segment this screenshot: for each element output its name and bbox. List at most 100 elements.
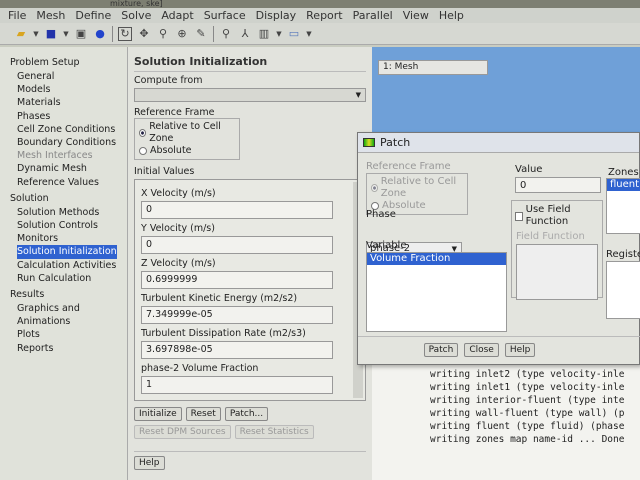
z-velocity-input[interactable]: 0.6999999 <box>141 271 333 289</box>
dropdown-icon[interactable]: ▼ <box>63 27 69 41</box>
menu-define[interactable]: Define <box>75 8 111 23</box>
window-icon[interactable]: ▭ <box>287 27 301 41</box>
tree-item-graphics-and-animations[interactable]: Graphics and Animations <box>10 302 127 328</box>
volume-fraction-input[interactable]: 1 <box>141 376 333 394</box>
menu-solve[interactable]: Solve <box>121 8 151 23</box>
reset-button[interactable]: Reset <box>185 407 221 421</box>
tree-item-dynamic-mesh[interactable]: Dynamic Mesh <box>10 162 127 175</box>
tree-item-boundary-conditions[interactable]: Boundary Conditions <box>10 136 127 149</box>
tree-item-plots[interactable]: Plots <box>10 328 127 341</box>
dissipation-rate-input[interactable]: 3.697898e-05 <box>141 341 333 359</box>
radio-label: Relative to Cell Zone <box>149 121 221 144</box>
zoom-in-icon[interactable]: ⊕ <box>175 27 189 41</box>
tree-item-cell-zone-conditions[interactable]: Cell Zone Conditions <box>10 123 127 136</box>
menu-adapt[interactable]: Adapt <box>161 8 193 23</box>
zone-item-fluent[interactable]: fluent <box>607 179 640 191</box>
initialize-button[interactable]: Initialize <box>134 407 182 421</box>
tree-item-phases[interactable]: Phases <box>10 110 127 123</box>
toolbar: ▰ ▼ ■ ▼ ▣ ● ↻ ✥ ⚲ ⊕ ✎ ⚲ ⅄ ▥ ▼ ▭ ▼ <box>0 23 640 45</box>
tke-label: Turbulent Kinetic Energy (m2/s2) <box>141 293 298 304</box>
value-label: Value <box>515 164 543 175</box>
variable-list[interactable]: Volume Fraction <box>366 252 507 332</box>
tree-item-monitors[interactable]: Monitors <box>10 232 127 245</box>
radio-label: Absolute <box>150 145 192 156</box>
axes-icon[interactable]: ⅄ <box>238 27 252 41</box>
variable-item-volume-fraction[interactable]: Volume Fraction <box>367 253 506 265</box>
phase-label: Phase <box>366 209 396 220</box>
fluent-logo-icon <box>363 138 375 147</box>
compute-from-select[interactable]: ▼ <box>134 88 366 102</box>
menu-parallel[interactable]: Parallel <box>353 8 393 23</box>
graphics-window-selector[interactable]: 1: Mesh <box>378 60 488 75</box>
console-line: writing wall-fluent (type wall) (p <box>430 408 625 419</box>
dropdown-icon[interactable]: ▼ <box>276 27 282 41</box>
tree-group-problem-setup[interactable]: Problem Setup <box>10 56 127 70</box>
tree-group-results[interactable]: Results <box>10 288 127 302</box>
open-icon[interactable]: ▰ <box>14 27 28 41</box>
graphics-window-label: 1: Mesh <box>383 62 419 72</box>
variable-label: Variable <box>366 240 407 251</box>
y-velocity-input[interactable]: 0 <box>141 236 333 254</box>
dissipation-rate-label: Turbulent Dissipation Rate (m2/s3) <box>141 328 306 339</box>
radio-absolute[interactable]: Absolute <box>139 145 235 157</box>
patch-apply-button[interactable]: Patch <box>423 343 459 357</box>
menu-file[interactable]: File <box>8 8 26 23</box>
window-title: mixture, ske] <box>110 0 163 8</box>
close-button[interactable]: Close <box>464 343 499 357</box>
layout-icon[interactable]: ▥ <box>257 27 271 41</box>
patch-button[interactable]: Patch... <box>224 407 269 421</box>
radio-label: Relative to Cell Zone <box>380 176 457 199</box>
help-button[interactable]: Help <box>134 456 165 470</box>
probe-icon[interactable]: ✎ <box>194 27 208 41</box>
chevron-down-icon: ▼ <box>355 91 361 99</box>
tree-item-materials[interactable]: Materials <box>10 96 127 109</box>
menu-help[interactable]: Help <box>439 8 464 23</box>
camera-icon[interactable]: ▣ <box>74 27 88 41</box>
help-icon[interactable]: ● <box>93 27 107 41</box>
checkbox-label: Use Field Function <box>525 204 571 227</box>
radio-relative-to-cell-zone[interactable]: Relative to Cell Zone <box>139 121 235 145</box>
menu-report[interactable]: Report <box>306 8 342 23</box>
tree-item-models[interactable]: Models <box>10 83 127 96</box>
menu-surface[interactable]: Surface <box>204 8 246 23</box>
radio-checked-icon <box>371 184 378 192</box>
z-velocity-label: Z Velocity (m/s) <box>141 258 216 269</box>
menu-display[interactable]: Display <box>256 8 297 23</box>
navigation-tree: Problem Setup General Models Materials P… <box>0 47 128 480</box>
value-input[interactable]: 0 <box>515 177 601 193</box>
dropdown-icon[interactable]: ▼ <box>306 27 312 41</box>
console[interactable]: writing inlet2 (type velocity-inle writin… <box>372 360 640 480</box>
reset-statistics-button: Reset Statistics <box>234 425 314 439</box>
menu-bar: File Mesh Define Solve Adapt Surface Dis… <box>0 8 640 23</box>
rotate-icon[interactable]: ↻ <box>118 26 132 41</box>
pan-icon[interactable]: ✥ <box>137 27 151 41</box>
tree-group-solution[interactable]: Solution <box>10 192 127 206</box>
tree-item-general[interactable]: General <box>10 70 127 83</box>
save-icon[interactable]: ■ <box>44 27 58 41</box>
help-button[interactable]: Help <box>504 343 536 357</box>
reference-frame-label: Reference Frame <box>134 107 215 118</box>
y-velocity-label: Y Velocity (m/s) <box>141 223 215 234</box>
tree-item-mesh-interfaces: Mesh Interfaces <box>17 150 93 162</box>
use-field-function-checkbox[interactable]: Use Field Function <box>512 201 602 231</box>
menu-mesh[interactable]: Mesh <box>36 8 65 23</box>
registers-list[interactable] <box>606 261 640 319</box>
zoom-fit-icon[interactable]: ⚲ <box>219 27 233 41</box>
zones-list[interactable]: fluent <box>606 178 640 234</box>
x-velocity-input[interactable]: 0 <box>141 201 333 219</box>
tree-item-solution-initialization[interactable]: Solution Initialization <box>17 245 117 259</box>
title-bar: mixture, ske] <box>0 0 640 8</box>
task-panel: Solution Initialization Compute from ▼ R… <box>128 47 372 480</box>
tree-item-calculation-activities[interactable]: Calculation Activities <box>10 259 127 272</box>
tree-item-reports[interactable]: Reports <box>10 342 127 355</box>
menu-view[interactable]: View <box>403 8 429 23</box>
zoom-icon[interactable]: ⚲ <box>156 27 170 41</box>
tree-item-run-calculation[interactable]: Run Calculation <box>10 272 127 285</box>
dropdown-icon[interactable]: ▼ <box>33 27 39 41</box>
tke-input[interactable]: 7.349999e-05 <box>141 306 333 324</box>
registers-label: Registers <box>606 249 640 260</box>
tree-item-reference-values[interactable]: Reference Values <box>10 176 127 189</box>
dialog-title-bar[interactable]: Patch <box>358 133 639 153</box>
tree-item-solution-methods[interactable]: Solution Methods <box>10 206 127 219</box>
tree-item-solution-controls[interactable]: Solution Controls <box>10 219 127 232</box>
